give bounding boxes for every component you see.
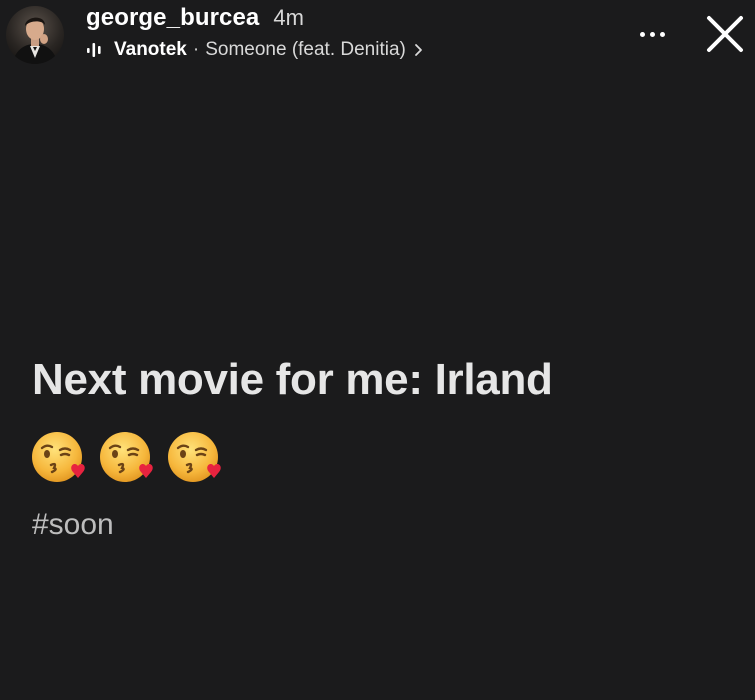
kiss-emoji-icon (168, 432, 221, 482)
more-dot (659, 31, 665, 37)
emoji-row (30, 428, 224, 486)
story-screen: george_burcea 4m Vanotek · Someone (feat… (0, 0, 755, 700)
kiss-emoji-icon (32, 432, 85, 482)
post-time: 4m (273, 5, 304, 30)
more-dot (649, 31, 655, 37)
music-song: Someone (feat. Denitia) (205, 39, 406, 60)
username[interactable]: george_burcea (86, 4, 259, 32)
chevron-right-icon (414, 44, 422, 56)
music-artist: Vanotek (114, 39, 187, 60)
close-icon[interactable] (703, 12, 747, 56)
more-options-button[interactable] (632, 24, 672, 44)
username-row: george_burcea 4m (86, 4, 304, 34)
avatar[interactable] (6, 6, 64, 64)
more-dots-icon (639, 31, 645, 37)
story-headline: Next movie for me: Irland (32, 355, 553, 404)
profile-photo (12, 17, 58, 64)
kiss-emoji-icon (100, 432, 153, 482)
hashtag-soon[interactable]: #soon (32, 508, 114, 542)
music-bars-icon (87, 43, 101, 57)
music-separator: · (192, 39, 200, 60)
music-sticker[interactable]: Vanotek · Someone (feat. Denitia) (86, 38, 424, 62)
